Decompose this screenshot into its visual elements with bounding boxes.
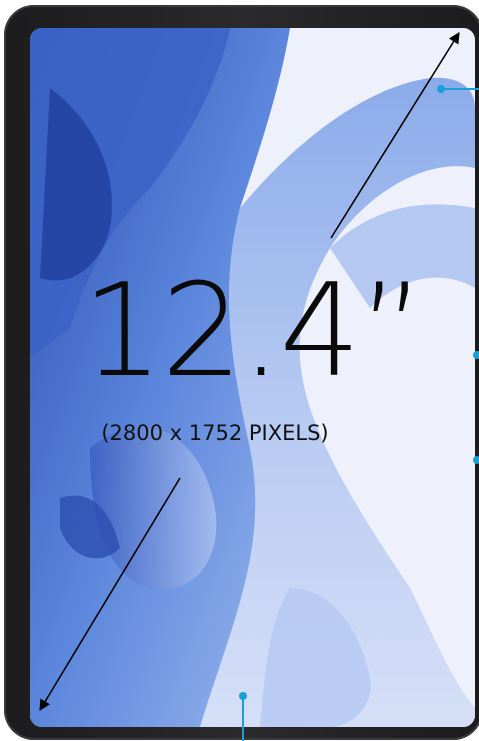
resolution-label: (2800 x 1752 PIXELS) xyxy=(101,421,329,445)
tablet-screen: 12.4” (2800 x 1752 PIXELS) xyxy=(30,28,475,727)
tablet-frame: 12.4” (2800 x 1752 PIXELS) xyxy=(4,5,479,740)
screen-size-label: 12.4” xyxy=(81,257,425,406)
